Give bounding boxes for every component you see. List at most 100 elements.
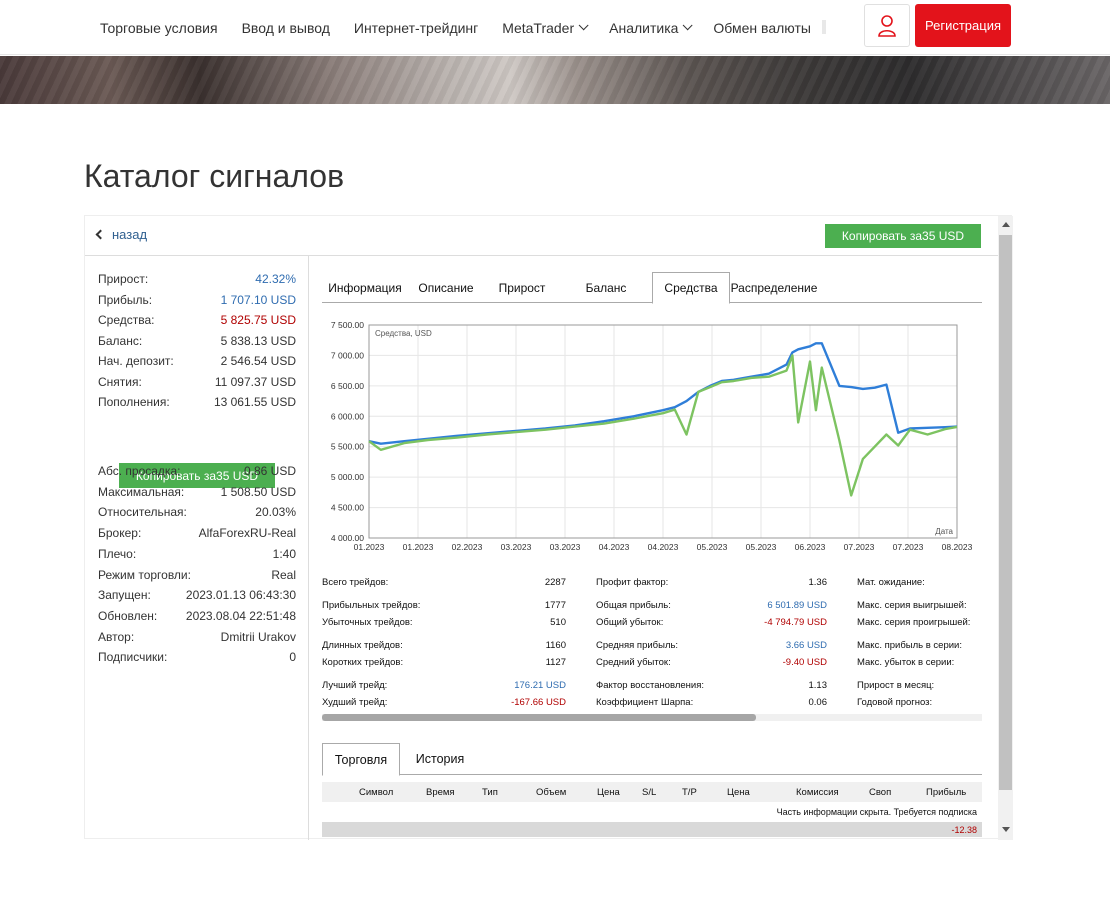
- stat-row: Баланс: 5 838.13 USD: [98, 334, 296, 348]
- metric-row: Длинных трейдов: 1160: [322, 640, 566, 651]
- stat-row: Прибыль: 1 707.10 USD: [98, 293, 296, 307]
- tab-3[interactable]: Баланс: [560, 272, 652, 303]
- y-tick-label: 5 000.00: [331, 472, 364, 482]
- x-tick-label: 03.2023: [501, 542, 532, 552]
- metric-row: Прибыльных трейдов: 1777: [322, 600, 566, 611]
- trade-total-row: -12.38: [322, 822, 982, 837]
- stat-label: Средства:: [98, 313, 155, 327]
- stat-label: Пополнения:: [98, 395, 170, 409]
- login-button[interactable]: [864, 4, 910, 47]
- scrollbar-thumb[interactable]: [322, 714, 756, 721]
- metric-value: 2287: [544, 577, 566, 588]
- panel-scrollbar[interactable]: [998, 216, 1013, 840]
- nav-item-0[interactable]: Торговые условия: [88, 20, 230, 36]
- metric-row: Убыточных трейдов: 510: [322, 617, 566, 628]
- scroll-down-arrow-icon[interactable]: [1002, 827, 1010, 832]
- stat-label: Запущен:: [98, 588, 151, 603]
- metric-label: Общий убыток:: [596, 617, 664, 628]
- copy-signal-button[interactable]: Копировать за35 USD: [825, 224, 981, 248]
- nav-item-4[interactable]: Аналитика: [597, 20, 701, 36]
- metric-value: 3.66 USD: [785, 640, 827, 651]
- metric-value: 510: [550, 617, 566, 628]
- column-header: Время: [426, 787, 455, 798]
- stat-label: Автор:: [98, 629, 135, 644]
- metric-label: Макс. серия выигрышей:: [857, 600, 967, 611]
- chevron-down-icon: [683, 20, 693, 31]
- nav-item-3[interactable]: MetaTrader: [490, 20, 597, 36]
- stat-row: Нач. депозит: 2 546.54 USD: [98, 354, 296, 368]
- metrics-horizontal-scrollbar[interactable]: [322, 714, 982, 721]
- metric-row: Прирост в месяц:: [857, 680, 982, 691]
- tab-1[interactable]: Описание: [408, 272, 484, 303]
- tab-5[interactable]: Распределение: [730, 272, 818, 303]
- trade-tab-0[interactable]: Торговля: [322, 743, 400, 776]
- stat-row: Пополнения: 13 061.55 USD: [98, 395, 296, 409]
- column-header: Символ: [359, 787, 394, 798]
- metric-value: 1.13: [808, 680, 828, 691]
- nav-item-2[interactable]: Интернет-трейдинг: [342, 20, 490, 36]
- stat-value: 1:40: [272, 546, 296, 561]
- scrollbar-thumb[interactable]: [999, 235, 1012, 790]
- stat-value: Dmitrii Urakov: [220, 629, 296, 644]
- stat-value: 2023.01.13 06:43:30: [185, 588, 296, 603]
- stat-value: 2 546.54 USD: [220, 354, 296, 368]
- tab-2[interactable]: Прирост: [484, 272, 560, 303]
- metric-value: 176.21 USD: [514, 680, 566, 691]
- y-tick-label: 7 500.00: [331, 320, 364, 330]
- column-header: Прибыль: [926, 787, 967, 798]
- metric-row: Фактор восстановления: 1.13: [596, 680, 827, 691]
- top-nav: Торговые условия Ввод и вывод Интернет-тре…: [0, 0, 1110, 55]
- stat-row: Средства: 5 825.75 USD: [98, 313, 296, 327]
- stat-value: 1 707.10 USD: [220, 292, 296, 307]
- column-header: Комиссия: [796, 787, 839, 798]
- metric-label: Средняя прибыль:: [596, 640, 679, 651]
- metric-label: Макс. серия проигрышей:: [857, 617, 971, 628]
- trade-tab-1[interactable]: История: [400, 743, 480, 775]
- x-tick-label: 06.2023: [795, 542, 826, 552]
- stat-row: Относительная: 20.03%: [98, 505, 296, 519]
- tab-4[interactable]: Средства: [652, 272, 730, 304]
- x-tick-label: 01.2023: [354, 542, 385, 552]
- metric-row: Мат. ожидание:: [857, 577, 982, 588]
- nav-item-5[interactable]: Обмен валюты: [701, 20, 823, 36]
- stat-row: Максимальная: 1 508.50 USD: [98, 485, 296, 499]
- column-header: Объем: [536, 787, 567, 798]
- metric-row: Средняя прибыль: 3.66 USD: [596, 640, 827, 651]
- metric-label: Всего трейдов:: [322, 577, 389, 588]
- stat-value: 13 061.55 USD: [213, 395, 296, 409]
- stat-label: Подписчики:: [98, 650, 168, 665]
- chart-title: Средства, USD: [375, 329, 432, 338]
- metric-label: Годовой прогноз:: [857, 697, 933, 708]
- metric-label: Мат. ожидание:: [857, 577, 925, 588]
- metric-row: Макс. убыток в серии:: [857, 657, 982, 668]
- metric-row: Средний убыток: -9.40 USD: [596, 657, 827, 668]
- stat-value: 2023.08.04 22:51:48: [185, 608, 296, 623]
- scroll-up-arrow-icon[interactable]: [1002, 222, 1010, 227]
- metric-label: Прирост в месяц:: [857, 680, 935, 691]
- tab-0[interactable]: Информация: [322, 272, 408, 303]
- metric-label: Длинных трейдов:: [322, 640, 403, 651]
- y-tick-label: 5 500.00: [331, 442, 364, 452]
- metric-label: Худший трейд:: [322, 697, 388, 708]
- stat-label: Снятия:: [98, 374, 142, 389]
- register-button[interactable]: Регистрация: [915, 4, 1011, 47]
- back-link[interactable]: назад: [95, 227, 147, 242]
- column-header: Цена: [597, 787, 620, 798]
- stat-row: Брокер: AlfaForexRU-Real: [98, 526, 296, 540]
- metric-row: Макс. прибыль в серии:: [857, 640, 982, 651]
- trade-tabs: Торговля История: [322, 743, 982, 776]
- metric-value: 1127: [545, 657, 566, 668]
- metric-row: Макс. серия проигрышей:: [857, 617, 982, 628]
- nav-item-1[interactable]: Ввод и вывод: [230, 20, 342, 36]
- y-tick-label: 7 000.00: [331, 350, 364, 360]
- stat-value: 0.86 USD: [243, 464, 296, 478]
- nav-item-label: Ввод и вывод: [241, 19, 330, 36]
- stat-label: Абс. просадка:: [98, 464, 181, 478]
- column-header: Тип: [482, 787, 498, 798]
- page-title: Каталог сигналов: [84, 158, 345, 194]
- stat-row: Абс. просадка: 0.86 USD: [98, 464, 296, 478]
- column-header: Цена: [727, 787, 750, 798]
- stat-value: 5 825.75 USD: [220, 313, 296, 327]
- metric-value: -4 794.79 USD: [764, 617, 827, 628]
- metric-row: Коэффициент Шарпа: 0.06: [596, 697, 827, 708]
